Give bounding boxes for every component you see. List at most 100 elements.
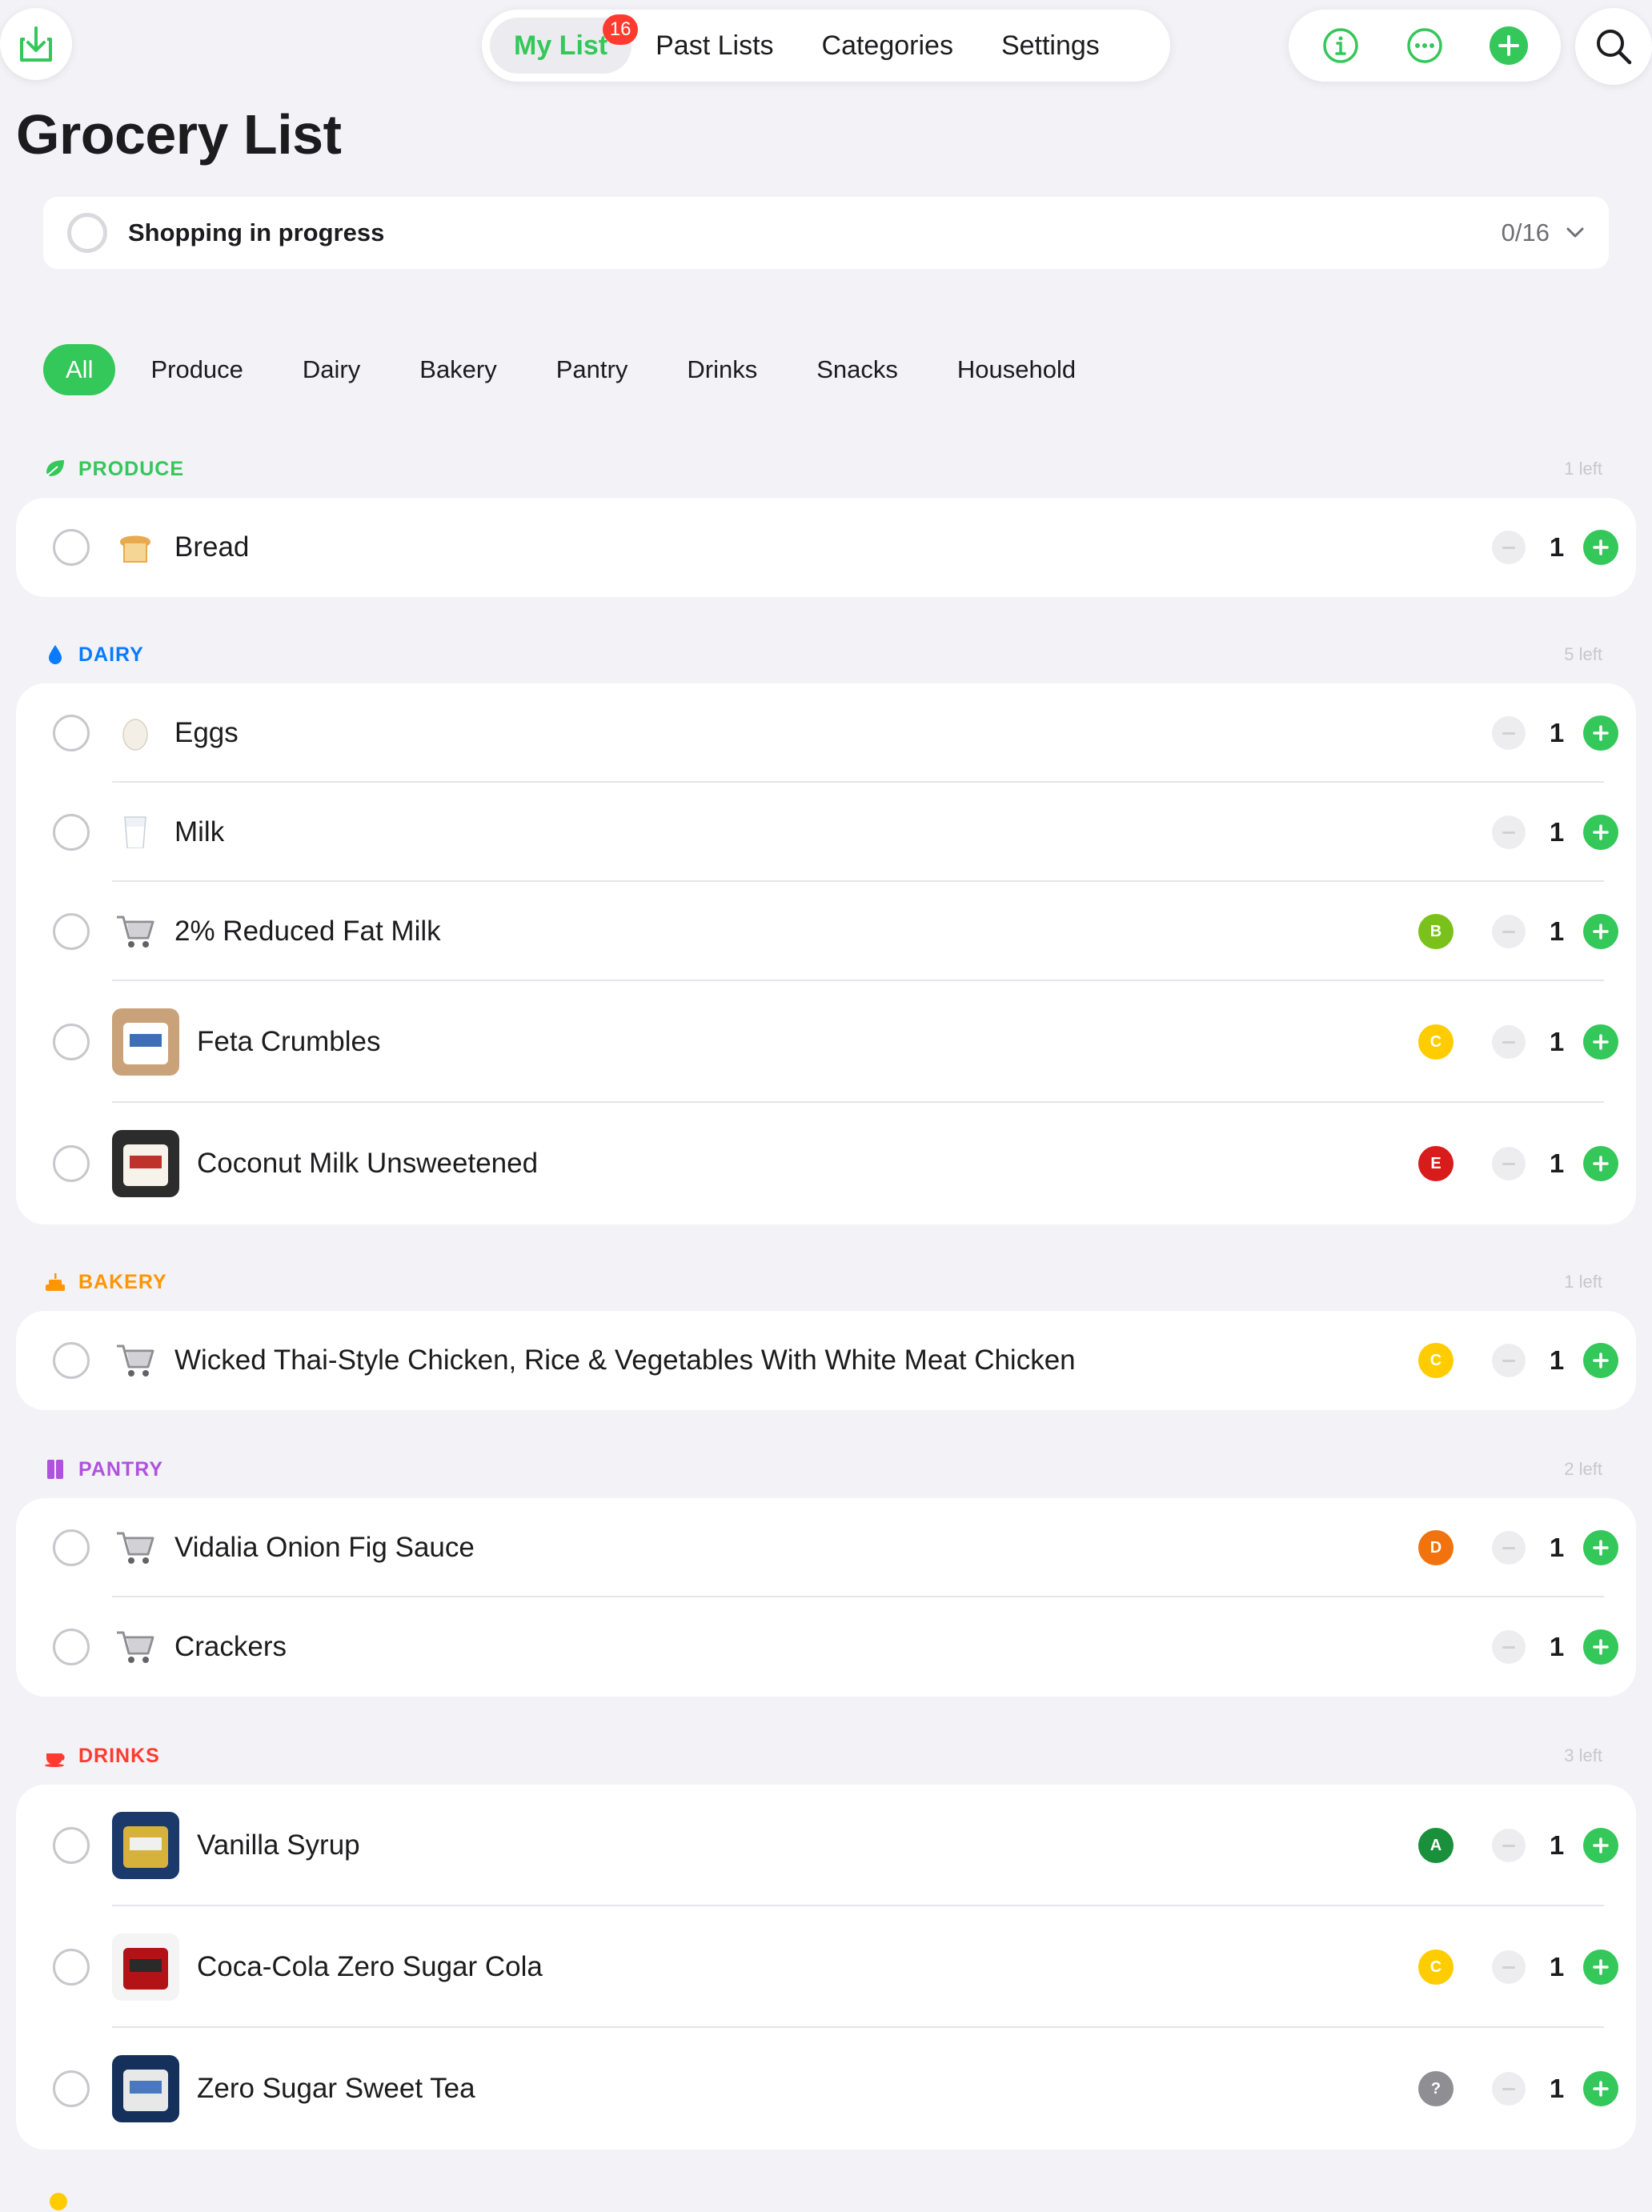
- decrement-button[interactable]: [1492, 815, 1526, 849]
- milk-emoji: [112, 809, 158, 856]
- increment-button[interactable]: [1583, 715, 1618, 751]
- item-name: Crackers: [174, 1631, 287, 1662]
- item-name: 2% Reduced Fat Milk: [174, 916, 441, 947]
- section-title: PANTRY: [78, 1457, 163, 1481]
- section-title: PRODUCE: [78, 457, 185, 480]
- add-button[interactable]: [1486, 23, 1531, 68]
- decrement-button[interactable]: [1492, 2072, 1526, 2106]
- decrement-button[interactable]: [1492, 1025, 1526, 1059]
- item-checkbox[interactable]: [53, 529, 90, 566]
- section-remaining-count: 2 left: [1564, 1459, 1602, 1479]
- item-checkbox[interactable]: [53, 715, 90, 751]
- item-checkbox[interactable]: [53, 1827, 90, 1864]
- snacks-section-icon: [50, 2193, 67, 2210]
- decrement-button[interactable]: [1492, 1950, 1526, 1984]
- decrement-button[interactable]: [1492, 531, 1526, 564]
- minus-icon: [1502, 930, 1515, 933]
- list-item[interactable]: Coca-Cola Zero Sugar Cola C 1: [16, 1906, 1636, 2028]
- more-button[interactable]: [1402, 23, 1447, 68]
- cabinet-icon: [43, 1457, 67, 1481]
- filter-chip-produce[interactable]: Produce: [126, 344, 267, 395]
- nutri-grade-badge: E: [1418, 1146, 1454, 1181]
- list-item[interactable]: Vidalia Onion Fig Sauce D 1: [16, 1498, 1636, 1597]
- tab-label: Categories: [821, 30, 953, 61]
- download-icon: [20, 26, 52, 62]
- item-checkbox[interactable]: [53, 1342, 90, 1379]
- item-quantity: 1: [1549, 532, 1565, 562]
- decrement-button[interactable]: [1492, 915, 1526, 948]
- info-button[interactable]: [1318, 23, 1363, 68]
- action-group: [1289, 10, 1561, 82]
- decrement-button[interactable]: [1492, 1829, 1526, 1862]
- add-icon: [1490, 26, 1529, 65]
- download-button[interactable]: [0, 8, 72, 80]
- plus-icon: [1593, 924, 1609, 940]
- filter-chip-household[interactable]: Household: [933, 344, 1100, 395]
- item-checkbox[interactable]: [53, 1949, 90, 1986]
- filter-chip-all[interactable]: All: [43, 344, 116, 395]
- list-item[interactable]: Wicked Thai-Style Chicken, Rice & Vegeta…: [16, 1311, 1636, 1410]
- list-item[interactable]: Bread 1: [16, 498, 1636, 597]
- increment-button[interactable]: [1583, 1343, 1618, 1378]
- product-image: [112, 2055, 179, 2122]
- decrement-button[interactable]: [1492, 716, 1526, 750]
- item-checkbox[interactable]: [53, 1629, 90, 1665]
- shopping-progress-card[interactable]: Shopping in progress 0/16: [43, 197, 1609, 269]
- list-item[interactable]: Milk 1: [16, 783, 1636, 882]
- cart-icon: [112, 1624, 158, 1670]
- filter-chip-drinks[interactable]: Drinks: [663, 344, 781, 395]
- list-item[interactable]: Feta Crumbles C 1: [16, 981, 1636, 1103]
- list-item[interactable]: 2% Reduced Fat Milk B 1: [16, 882, 1636, 981]
- increment-button[interactable]: [1583, 1629, 1618, 1665]
- tab-past-lists[interactable]: Past Lists: [632, 18, 797, 74]
- increment-button[interactable]: [1583, 914, 1618, 949]
- item-checkbox[interactable]: [53, 1024, 90, 1060]
- increment-button[interactable]: [1583, 2071, 1618, 2106]
- increment-button[interactable]: [1583, 530, 1618, 565]
- plus-icon: [1593, 824, 1609, 840]
- section-card-bakery: Wicked Thai-Style Chicken, Rice & Vegeta…: [16, 1311, 1636, 1410]
- nutri-grade-badge: B: [1418, 914, 1454, 949]
- tab-categories[interactable]: Categories: [798, 18, 977, 74]
- item-checkbox[interactable]: [53, 913, 90, 950]
- increment-button[interactable]: [1583, 1950, 1618, 1985]
- decrement-button[interactable]: [1492, 1344, 1526, 1377]
- list-item[interactable]: Coconut Milk Unsweetened E 1: [16, 1103, 1636, 1224]
- list-item[interactable]: Crackers 1: [16, 1597, 1636, 1697]
- filter-chip-pantry[interactable]: Pantry: [532, 344, 652, 395]
- item-name: Wicked Thai-Style Chicken, Rice & Vegeta…: [174, 1344, 1076, 1376]
- filter-chip-bakery[interactable]: Bakery: [395, 344, 520, 395]
- section-remaining-count: 1 left: [1564, 459, 1602, 479]
- product-image: [112, 1008, 179, 1076]
- item-checkbox[interactable]: [53, 1529, 90, 1566]
- increment-button[interactable]: [1583, 1828, 1618, 1863]
- decrement-button[interactable]: [1492, 1630, 1526, 1664]
- item-name: Vanilla Syrup: [197, 1829, 360, 1861]
- increment-button[interactable]: [1583, 1024, 1618, 1060]
- tab-my-list[interactable]: My List 16: [490, 14, 639, 74]
- list-item[interactable]: Vanilla Syrup A 1: [16, 1785, 1636, 1906]
- minus-icon: [1502, 1966, 1515, 1969]
- list-item[interactable]: Zero Sugar Sweet Tea? 1: [16, 2028, 1636, 2150]
- increment-button[interactable]: [1583, 1146, 1618, 1181]
- tab-settings[interactable]: Settings: [977, 18, 1124, 74]
- item-quantity: 1: [1549, 1830, 1565, 1860]
- decrement-button[interactable]: [1492, 1531, 1526, 1565]
- list-item[interactable]: Eggs 1: [16, 683, 1636, 783]
- filter-chip-dairy[interactable]: Dairy: [279, 344, 384, 395]
- search-button[interactable]: [1575, 8, 1652, 85]
- minus-icon: [1502, 1645, 1515, 1649]
- increment-button[interactable]: [1583, 815, 1618, 850]
- increment-button[interactable]: [1583, 1530, 1618, 1565]
- tab-label: Past Lists: [656, 30, 774, 61]
- decrement-button[interactable]: [1492, 1147, 1526, 1180]
- item-checkbox[interactable]: [53, 814, 90, 851]
- filter-chip-snacks[interactable]: Snacks: [792, 344, 922, 395]
- drop-icon: [43, 643, 67, 667]
- item-checkbox[interactable]: [53, 2070, 90, 2107]
- minus-icon: [1502, 2087, 1515, 2090]
- item-checkbox[interactable]: [53, 1145, 90, 1182]
- item-name: Feta Crumbles: [197, 1026, 381, 1057]
- section-header-pantry: PANTRY 2 left: [43, 1453, 1602, 1485]
- nutri-grade-badge: A: [1418, 1828, 1454, 1863]
